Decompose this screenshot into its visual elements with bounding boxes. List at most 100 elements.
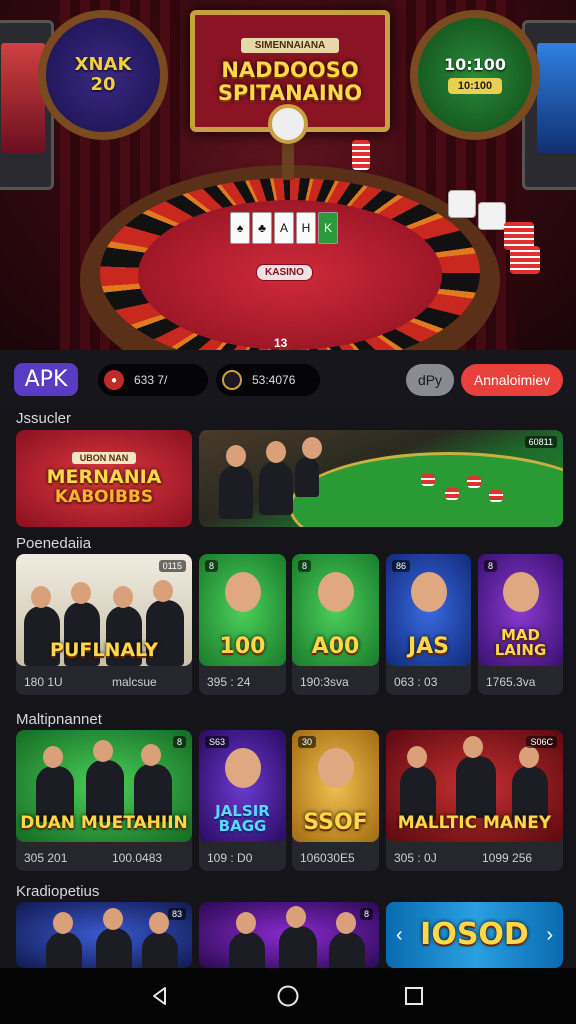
hero-banner[interactable]: XNAK 20 10:100 10:100 SIMENNAIANA NADDOO… [0,0,576,350]
section-title: Kradiopetius [16,883,100,900]
game-badge: 86 [392,560,411,572]
character-face [224,748,261,788]
balance-chip-2[interactable]: 53:4076 [216,364,320,396]
prize-wheel-left: XNAK 20 [38,10,168,140]
game-card[interactable]: ‹ IOSOD › [386,902,563,968]
chip-stack-icon [445,488,459,500]
game-card[interactable]: MALLTIC MANEY S06C 305 : 0J 1099 256 [386,730,563,871]
sign-title-line2: SPITANAINO [217,80,363,105]
game-badge: 0115 [158,560,186,572]
game-card[interactable]: 100 8 395 : 24 [199,554,286,695]
character-face [317,572,354,612]
top-bar: APK ● 633 7/ 53:4076 dPy Annaloimiev [0,350,576,408]
game-stat: 395 : 24 [207,675,251,689]
playing-card: A [274,212,294,244]
game-name: A00 [311,634,360,659]
chip-stack-icon [467,476,481,488]
player-figure [295,437,322,497]
section-title: Poenedaiia [16,535,92,552]
featured-game-tile[interactable]: UBON NAN MERNANIA KABOIBBS [16,430,192,527]
game-stat-left: 305 201 [24,851,68,865]
game-card[interactable]: 8 [199,902,379,968]
game-stat: 109 : D0 [207,851,253,865]
wheel-left-line2: 20 [90,74,116,95]
wheel-left-line1: XNAK [74,54,132,76]
game-name: IOSOD [420,917,529,952]
game-stat: 1765.3va [486,675,536,689]
gold-coin-icon [222,370,242,390]
table-label: KASINO [256,264,313,281]
dice-icon [448,190,476,218]
clock-icon [268,104,308,144]
game-badge: S06C [526,736,557,748]
tile-badge: 60811 [524,436,557,448]
chip-stack-icon [352,140,370,170]
character-face [502,572,539,612]
game-card[interactable]: PUFLNALY 0115 180 1U malcsue [16,554,192,695]
playing-card: ♠ [230,212,250,244]
game-stat: 106030E5 [300,851,355,865]
game-stat-left: 180 1U [24,675,63,689]
game-stat-left: 305 : 0J [394,851,437,865]
section-title: Maltipnannet [16,711,102,728]
game-card[interactable]: 83 [16,902,192,968]
wheel-right-box: 10:100 [447,77,503,94]
playing-card: K [318,212,338,244]
game-thumbnail: MAD LAING 8 [478,554,563,666]
playing-card: ♣ [252,212,272,244]
chevron-right-icon[interactable]: › [546,924,553,947]
game-badge: S63 [205,736,230,748]
game-card[interactable]: JALSIR BAGG S63 109 : D0 [199,730,286,871]
player-figure [46,912,82,968]
chip-stack-icon [421,474,435,486]
sign-title-line1: NADDOOSO [221,58,359,83]
game-thumbnail: JAS 86 [386,554,471,666]
player-figure [329,912,365,968]
game-name: DUAN MUETAHIIN [20,813,188,833]
game-card[interactable]: SSOF 30 106030E5 [292,730,379,871]
game-card[interactable]: A00 8 190:3sva [292,554,379,695]
chevron-left-icon[interactable]: ‹ [396,924,403,947]
sign-banner: SIMENNAIANA [240,38,340,54]
game-thumbnail: JALSIR BAGG S63 [199,730,286,842]
game-badge: 30 [298,736,317,748]
dice-icon [478,202,506,230]
game-name: SSOF [303,810,368,835]
chip-stack-icon [489,490,503,502]
apk-button[interactable]: APK [14,363,78,396]
register-button[interactable]: Annaloimiev [461,364,563,396]
player-figure [456,736,496,818]
tile-title-line2: KABOIBBS [54,486,154,507]
game-badge: 83 [167,908,186,920]
game-name: PUFLNALY [50,639,158,661]
home-icon[interactable] [268,976,308,1016]
game-card[interactable]: JAS 86 063 : 03 [386,554,471,695]
system-nav-bar [0,968,576,1024]
game-thumbnail: A00 8 [292,554,379,666]
pay-button[interactable]: dPy [406,364,454,396]
back-icon[interactable] [140,976,180,1016]
recents-icon[interactable] [394,976,434,1016]
game-name: JAS [407,634,450,659]
player-figure [219,445,253,519]
game-badge: 8 [359,908,373,920]
game-thumbnail: PUFLNALY 0115 [16,554,192,666]
section-title: Jssucler [16,410,72,427]
character-face [317,748,354,788]
featured-table-tile[interactable]: 60811 [199,430,563,527]
balance-chip-1[interactable]: ● 633 7/ [98,364,208,396]
prize-wheel-right: 10:100 10:100 [410,10,540,140]
chip-stack-icon [510,246,540,274]
game-name: 100 [219,634,266,659]
game-thumbnail: 100 8 [199,554,286,666]
game-stat-right: malcsue [112,675,157,689]
character-face [410,572,447,612]
game-stat: 190:3sva [300,675,349,689]
game-stat-right: 100.0483 [112,851,163,865]
table-cards: ♠ ♣ A H K [230,212,340,244]
game-card[interactable]: MAD LAING 8 1765.3va [478,554,563,695]
game-stat: 063 : 03 [394,675,438,689]
game-card[interactable]: DUAN MUETAHIIN 8 305 201 100.0483 [16,730,192,871]
player-figure [229,912,265,968]
poker-table-felt [289,452,563,527]
